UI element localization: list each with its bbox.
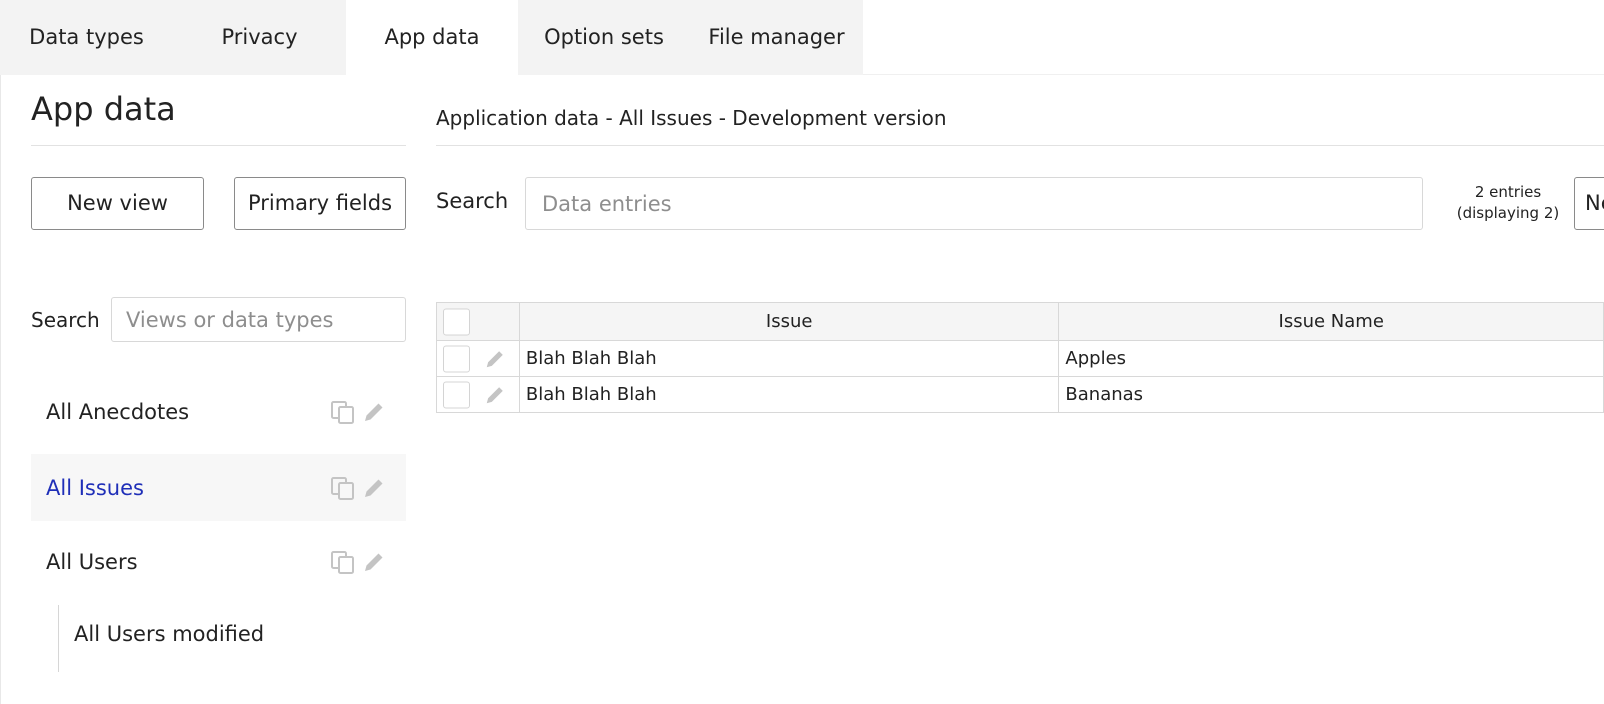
view-item-all-anecdotes[interactable]: All Anecdotes: [31, 378, 406, 445]
entries-search-input[interactable]: [525, 177, 1423, 230]
table-header-row: Issue Issue Name: [436, 302, 1604, 341]
select-all-checkbox[interactable]: [443, 308, 470, 335]
view-item-label: All Issues: [46, 475, 144, 500]
divider: [31, 145, 406, 146]
table-cell-issue[interactable]: Blah Blah Blah: [518, 340, 1060, 377]
left-panel-border: [0, 75, 1, 704]
pencil-icon[interactable]: [362, 550, 386, 574]
tab-file-manager[interactable]: File manager: [690, 0, 863, 75]
views-search-label: Search: [31, 308, 100, 332]
table-cell-issue-name[interactable]: Apples: [1058, 340, 1604, 377]
row-checkbox[interactable]: [443, 381, 470, 408]
table-row: Blah Blah Blah Apples: [436, 340, 1604, 377]
divider: [436, 145, 1604, 146]
copy-icon[interactable]: [330, 475, 356, 501]
table-row: Blah Blah Blah Bananas: [436, 376, 1604, 413]
top-tab-bar: Data types Privacy App data Option sets …: [0, 0, 1604, 75]
primary-fields-button[interactable]: Primary fields: [234, 177, 406, 230]
select-all-cell: [436, 302, 520, 341]
tab-list: Data types Privacy App data Option sets …: [0, 0, 863, 75]
copy-icon[interactable]: [330, 399, 356, 425]
tab-privacy[interactable]: Privacy: [173, 0, 346, 75]
column-header-issue[interactable]: Issue: [518, 302, 1060, 341]
entries-count: 2 entries (displaying 2): [1456, 183, 1560, 222]
copy-icon[interactable]: [330, 549, 356, 575]
views-search-input[interactable]: [111, 297, 406, 342]
pencil-icon[interactable]: [484, 348, 506, 370]
view-item-all-users[interactable]: All Users: [31, 528, 406, 595]
view-item-all-issues[interactable]: All Issues: [31, 454, 406, 521]
new-view-button[interactable]: New view: [31, 177, 204, 230]
data-table: Issue Issue Name Blah Blah Blah Apples B…: [436, 302, 1604, 413]
tab-data-types[interactable]: Data types: [0, 0, 173, 75]
view-item-label: All Users: [46, 549, 138, 574]
row-controls: [436, 340, 520, 377]
table-cell-issue[interactable]: Blah Blah Blah: [518, 376, 1060, 413]
tab-app-data[interactable]: App data: [346, 0, 518, 75]
row-controls: [436, 376, 520, 413]
pencil-icon[interactable]: [484, 384, 506, 406]
new-entry-button[interactable]: Ne: [1574, 177, 1604, 230]
pencil-icon[interactable]: [362, 400, 386, 424]
view-item-label: All Anecdotes: [46, 399, 190, 424]
tab-option-sets[interactable]: Option sets: [518, 0, 690, 75]
row-checkbox[interactable]: [443, 345, 470, 372]
page-title: App data: [31, 90, 176, 128]
table-cell-issue-name[interactable]: Bananas: [1058, 376, 1604, 413]
sub-view-indent-line: [58, 605, 59, 672]
column-header-issue-name[interactable]: Issue Name: [1058, 302, 1604, 341]
main-title: Application data - All Issues - Developm…: [436, 106, 947, 130]
pencil-icon[interactable]: [362, 476, 386, 500]
entries-search-label: Search: [436, 189, 509, 213]
sub-view-item-all-users-modified[interactable]: All Users modified: [74, 622, 264, 646]
